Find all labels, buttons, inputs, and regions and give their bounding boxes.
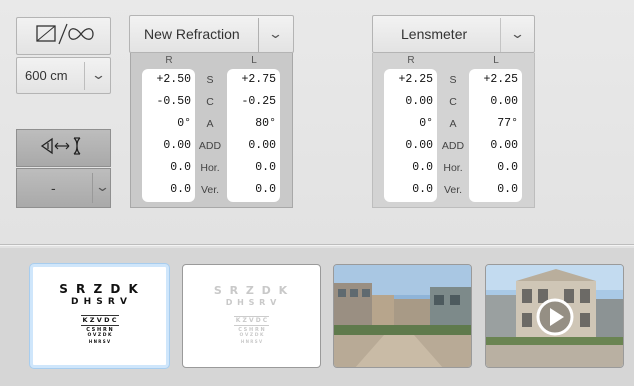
lensmeter-title: Lensmeter	[401, 26, 468, 42]
eye-lens-switch-icon	[38, 135, 90, 162]
row-label-add: ADD	[441, 140, 465, 152]
left-horizontal-value: 0.0	[497, 161, 518, 174]
left-axis-value: 77°	[497, 117, 518, 130]
left-vertical-value: 0.0	[497, 183, 518, 196]
eye-select[interactable]: - ⌄	[16, 168, 111, 208]
chevron-down-icon: ⌄	[94, 179, 111, 194]
row-label-axis: A	[449, 118, 457, 130]
right-sphere-value: +2.25	[398, 73, 433, 86]
distance-select[interactable]: 600 cm ⌄	[16, 57, 111, 94]
refraction-title: New Refraction	[144, 26, 240, 42]
row-label-vertical: Ver.	[200, 184, 220, 196]
row-label-vertical: Ver.	[443, 184, 463, 196]
right-cylinder-value: 0.00	[405, 95, 433, 108]
column-header-left: L	[493, 55, 499, 66]
column-header-left: L	[251, 55, 257, 66]
column-header-right: R	[165, 55, 173, 66]
street-scene-image	[334, 265, 471, 367]
lensmeter-table: R L +2.25 0.00 0° 0.00 0.0 0.0 S C A ADD…	[372, 53, 535, 208]
row-label-horizontal: Hor.	[443, 162, 463, 174]
left-axis-value[interactable]: 80°	[232, 113, 276, 135]
right-eye-values: +2.25 0.00 0° 0.00 0.0 0.0	[384, 69, 437, 202]
right-eye-values: +2.50 -0.50 0° 0.00 0.0 0.0	[142, 69, 195, 202]
row-label-axis: A	[206, 118, 214, 130]
eye-select-value: -	[51, 180, 56, 196]
mode-toggle-button[interactable]	[16, 17, 111, 55]
right-add-value: 0.00	[405, 139, 433, 152]
play-icon[interactable]	[535, 297, 575, 342]
right-axis-value[interactable]: 0°	[147, 113, 191, 135]
refraction-header[interactable]: New Refraction ⌄	[129, 15, 294, 53]
thumbnail-street-scene[interactable]	[333, 264, 472, 368]
chevron-down-icon: ⌄	[90, 67, 107, 82]
left-add-value[interactable]: 0.00	[232, 135, 276, 157]
left-add-value: 0.00	[490, 139, 518, 152]
right-horizontal-value[interactable]: 0.0	[147, 157, 191, 179]
chevron-down-icon: ⌄	[509, 26, 526, 41]
right-sphere-value[interactable]: +2.50	[147, 69, 191, 91]
refraction-table: R L +2.50 -0.50 0° 0.00 0.0 0.0 S C A AD…	[130, 53, 293, 208]
row-label-add: ADD	[198, 140, 222, 152]
eye-chart-letters-faded: S R Z D K D H S R V K Z V D C C S H R N …	[213, 284, 290, 344]
left-sphere-value[interactable]: +2.75	[232, 69, 276, 91]
right-vertical-value[interactable]: 0.0	[147, 179, 191, 201]
row-label-cylinder: C	[449, 96, 457, 108]
row-label-sphere: S	[449, 74, 457, 86]
thumbnail-eye-chart-faded[interactable]: S R Z D K D H S R V K Z V D C C S H R N …	[182, 264, 321, 368]
left-cylinder-value: 0.00	[490, 95, 518, 108]
lensmeter-header[interactable]: Lensmeter ⌄	[372, 15, 535, 53]
right-add-value[interactable]: 0.00	[147, 135, 191, 157]
section-divider	[0, 244, 634, 246]
left-eye-values: +2.25 0.00 77° 0.00 0.0 0.0	[469, 69, 522, 202]
left-sphere-value: +2.25	[483, 73, 518, 86]
right-horizontal-value: 0.0	[412, 161, 433, 174]
right-vertical-value: 0.0	[412, 183, 433, 196]
right-axis-value: 0°	[419, 117, 433, 130]
distance-value: 600 cm	[25, 68, 68, 83]
row-label-cylinder: C	[206, 96, 214, 108]
left-vertical-value[interactable]: 0.0	[232, 179, 276, 201]
left-eye-values: +2.75 -0.25 80° 0.00 0.0 0.0	[227, 69, 280, 202]
row-label-sphere: S	[206, 74, 214, 86]
thumbnail-building-video[interactable]	[485, 264, 624, 368]
row-label-horizontal: Hor.	[200, 162, 220, 174]
column-header-right: R	[407, 55, 415, 66]
right-cylinder-value[interactable]: -0.50	[147, 91, 191, 113]
left-cylinder-value[interactable]: -0.25	[232, 91, 276, 113]
thumbnail-eye-chart[interactable]: S R Z D K D H S R V K Z V D C C S H R N …	[30, 264, 169, 368]
chevron-down-icon: ⌄	[267, 26, 284, 41]
eye-chart-letters: S R Z D K D H S R V K Z V D C C S H R N …	[59, 282, 140, 344]
left-horizontal-value[interactable]: 0.0	[232, 157, 276, 179]
square-infinity-icon	[29, 22, 99, 51]
eye-switch-button[interactable]	[16, 129, 111, 167]
